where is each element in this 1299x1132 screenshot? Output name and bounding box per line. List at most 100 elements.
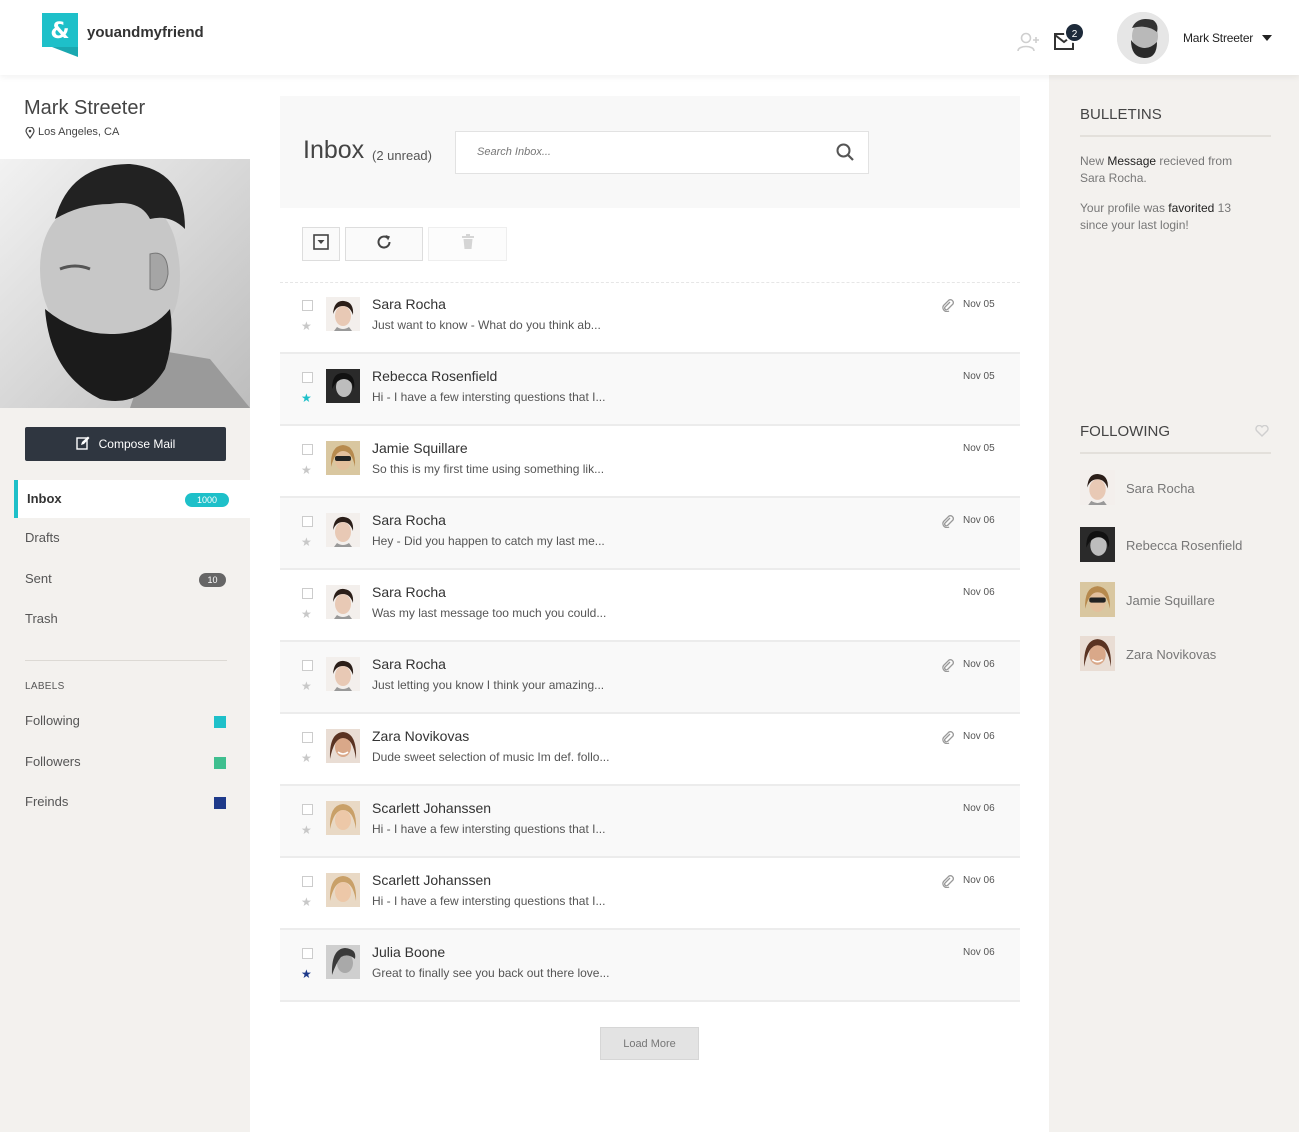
add-friend-icon[interactable] (1017, 32, 1041, 57)
message-snippet: So this is my first time using something… (372, 462, 605, 476)
inbox-count-badge: 1000 (185, 493, 229, 507)
compose-mail-button[interactable]: Compose Mail (25, 427, 226, 461)
user-name[interactable]: Mark Streeter (1183, 31, 1253, 45)
star-icon[interactable]: ★ (301, 536, 312, 548)
row-checkbox[interactable] (302, 588, 313, 599)
avatar (1080, 470, 1115, 505)
label-color-swatch (214, 716, 226, 728)
message-date: Nov 05 (963, 443, 995, 454)
label-color-swatch (214, 797, 226, 809)
sidebar-item-drafts[interactable]: Drafts (0, 524, 250, 554)
message-snippet: Hey - Did you happen to catch my last me… (372, 534, 605, 548)
bulletin-item: Your profile was favorited 13 since your… (1080, 201, 1231, 232)
star-icon[interactable]: ★ (301, 968, 312, 980)
paperclip-icon (941, 658, 955, 677)
following-item[interactable]: Sara Rocha (1080, 470, 1280, 506)
select-dropdown-button[interactable] (302, 227, 340, 261)
row-checkbox[interactable] (302, 444, 313, 455)
right-sidebar: BULLETINS New Message recieved from Sara… (1049, 75, 1299, 1132)
heart-icon[interactable] (1255, 424, 1269, 442)
sidebar-item-label: Sent (25, 571, 52, 586)
message-row[interactable]: ★ Jamie Squillare So this is my first ti… (280, 426, 1020, 498)
message-sender: Sara Rocha (372, 296, 446, 312)
search-icon[interactable] (836, 143, 854, 166)
star-icon[interactable]: ★ (301, 464, 312, 476)
label-name: Following (25, 713, 80, 728)
message-date: Nov 06 (963, 875, 995, 886)
page-title: Inbox (303, 136, 365, 164)
message-row[interactable]: ★ Zara Novikovas Dude sweet selection of… (280, 714, 1020, 786)
message-sender: Rebecca Rosenfield (372, 368, 498, 384)
message-row[interactable]: ★ Rebecca Rosenfield Hi - I have a few i… (280, 354, 1020, 426)
brand-name[interactable]: youandmyfriend (87, 24, 204, 41)
sidebar-item-inbox[interactable]: Inbox 1000 (14, 480, 250, 518)
avatar (326, 585, 360, 619)
chevron-down-icon[interactable] (1262, 35, 1272, 41)
user-avatar[interactable] (1117, 12, 1169, 64)
row-checkbox[interactable] (302, 372, 313, 383)
avatar (326, 297, 360, 331)
brand-logo[interactable]: & (42, 13, 78, 57)
bulletin-link[interactable]: favorited (1168, 201, 1214, 215)
row-checkbox[interactable] (302, 300, 313, 311)
message-date: Nov 06 (963, 659, 995, 670)
svg-text:&: & (50, 19, 69, 44)
message-row[interactable]: ★ Sara Rocha Was my last message too muc… (280, 570, 1020, 642)
search-input[interactable]: Search Inbox... (477, 146, 551, 158)
message-row[interactable]: ★ Sara Rocha Just letting you know I thi… (280, 642, 1020, 714)
message-row[interactable]: ★ Sara Rocha Hey - Did you happen to cat… (280, 498, 1020, 570)
star-icon[interactable]: ★ (301, 608, 312, 620)
refresh-button[interactable] (345, 227, 423, 261)
trash-icon (461, 233, 475, 255)
following-name: Rebecca Rosenfield (1126, 538, 1243, 553)
inbox-header: Inbox (2 unread) Search Inbox... (280, 96, 1020, 208)
following-name: Jamie Squillare (1126, 593, 1215, 608)
message-snippet: Was my last message too much you could..… (372, 606, 607, 620)
star-icon[interactable]: ★ (301, 320, 312, 332)
sidebar-item-sent[interactable]: Sent 10 (0, 565, 250, 595)
star-icon[interactable]: ★ (301, 824, 312, 836)
label-item-followers[interactable]: Followers (0, 749, 250, 777)
bulletins-title: BULLETINS (1080, 106, 1162, 123)
avatar (326, 873, 360, 907)
sidebar-divider (25, 660, 227, 661)
load-more-button[interactable]: Load More (600, 1027, 699, 1060)
search-box[interactable]: Search Inbox... (455, 131, 869, 174)
following-item[interactable]: Jamie Squillare (1080, 582, 1280, 618)
label-item-freinds[interactable]: Freinds (0, 789, 250, 817)
sidebar-item-trash[interactable]: Trash (0, 605, 250, 635)
star-icon[interactable]: ★ (301, 392, 312, 404)
following-name: Zara Novikovas (1126, 647, 1217, 662)
following-item[interactable]: Zara Novikovas (1080, 636, 1280, 672)
following-item[interactable]: Rebecca Rosenfield (1080, 527, 1280, 563)
delete-button[interactable] (428, 227, 507, 261)
bulletin-item: New Message recieved from Sara Rocha. (1080, 154, 1233, 185)
message-date: Nov 06 (963, 803, 995, 814)
avatar (326, 369, 360, 403)
star-icon[interactable]: ★ (301, 680, 312, 692)
row-checkbox[interactable] (302, 948, 313, 959)
following-title: FOLLOWING (1080, 423, 1171, 440)
message-snippet: Great to finally see you back out there … (372, 966, 610, 980)
message-date: Nov 06 (963, 587, 995, 598)
label-name: Followers (25, 754, 81, 769)
message-date: Nov 06 (963, 947, 995, 958)
row-checkbox[interactable] (302, 804, 313, 815)
message-sender: Zara Novikovas (372, 728, 470, 744)
row-checkbox[interactable] (302, 516, 313, 527)
bulletin-link[interactable]: Message (1107, 154, 1156, 168)
label-item-following[interactable]: Following (0, 708, 250, 736)
message-row[interactable]: ★ Scarlett Johanssen Hi - I have a few i… (280, 858, 1020, 930)
top-header: & youandmyfriend 2 Mark Streeter (0, 0, 1299, 75)
message-snippet: Just letting you know I think your amazi… (372, 678, 605, 692)
row-checkbox[interactable] (302, 876, 313, 887)
star-icon[interactable]: ★ (301, 896, 312, 908)
row-checkbox[interactable] (302, 660, 313, 671)
message-row[interactable]: ★ Sara Rocha Just want to know - What do… (280, 282, 1020, 354)
row-checkbox[interactable] (302, 732, 313, 743)
message-row[interactable]: ★ Scarlett Johanssen Hi - I have a few i… (280, 786, 1020, 858)
star-icon[interactable]: ★ (301, 752, 312, 764)
compose-mail-label: Compose Mail (98, 437, 176, 451)
unread-count: (2 unread) (372, 148, 432, 163)
message-row[interactable]: ★ Julia Boone Great to finally see you b… (280, 930, 1020, 1002)
